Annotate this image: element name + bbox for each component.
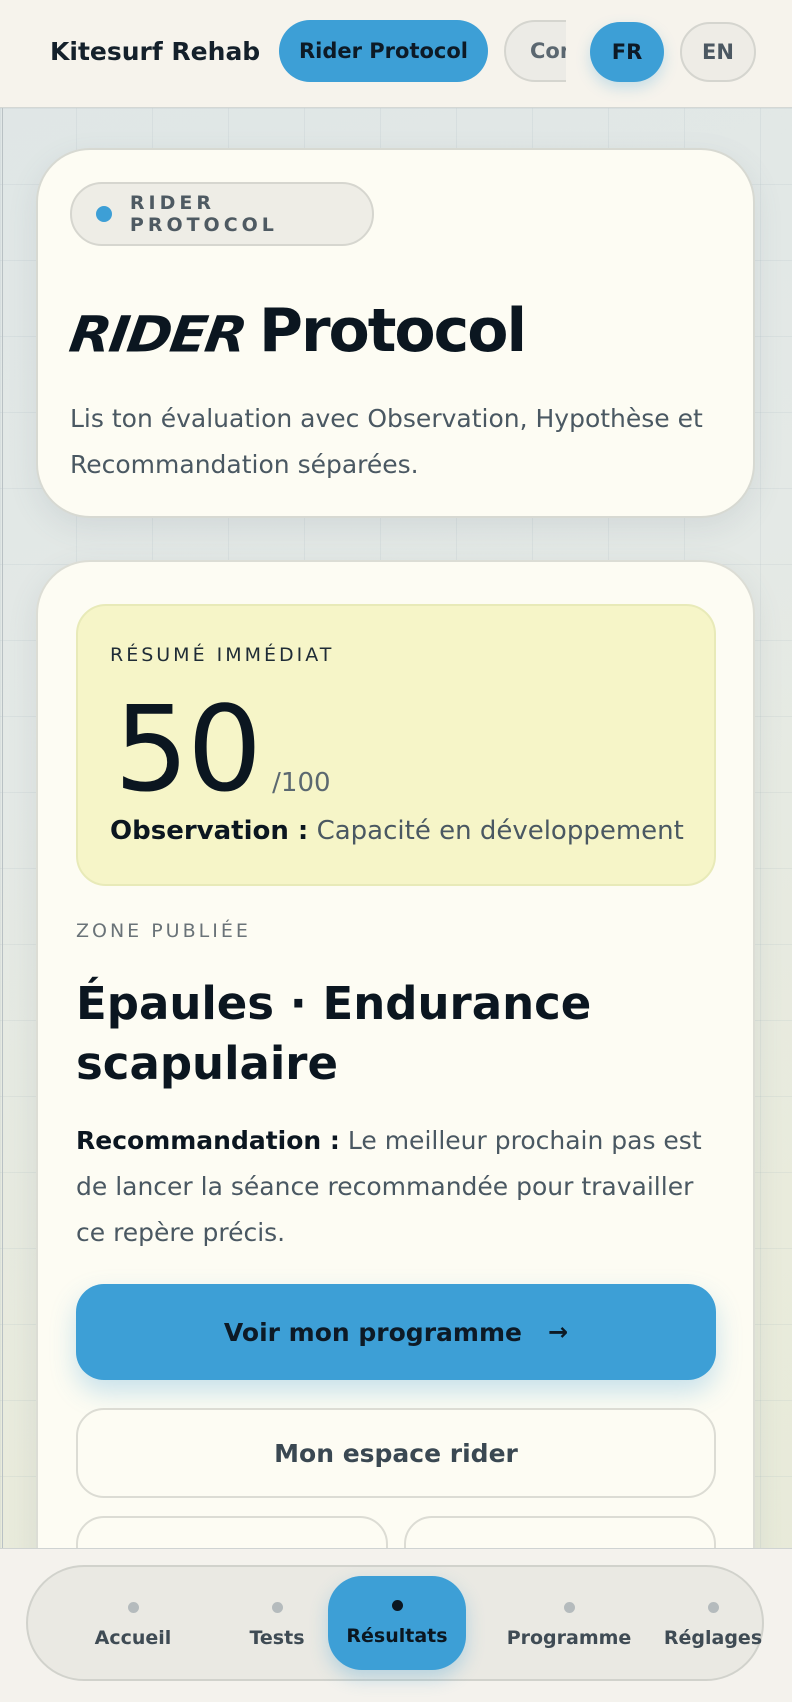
view-program-label: Voir mon programme <box>223 1317 522 1347</box>
tab-label: Accueil <box>94 1626 172 1649</box>
observation-text: Capacité en développement <box>316 816 684 846</box>
tab-resultats[interactable]: Résultats <box>328 1576 466 1670</box>
page-title-script: RIDER <box>65 305 250 364</box>
page-title-plain: Protocol <box>258 296 527 366</box>
zone-label: ZONE PUBLIÉE <box>76 920 251 942</box>
eyebrow-label: RIDER PROTOCOL <box>129 192 278 236</box>
nav-compte[interactable]: Compte <box>504 20 566 82</box>
score-value: 50 <box>114 680 262 818</box>
arrow-right-icon: → <box>547 1318 569 1346</box>
hero-card: RIDER PROTOCOL RIDER Protocol Lis ton év… <box>36 148 755 518</box>
tab-programme[interactable]: Programme <box>496 1567 642 1683</box>
language-en-button[interactable]: EN <box>680 22 756 82</box>
tab-dot-icon <box>127 1601 139 1613</box>
recommendation: Recommandation : Le meilleur prochain pa… <box>76 1118 716 1256</box>
brand-title: Kitesurf Rehab <box>50 37 261 66</box>
language-fr-button[interactable]: FR <box>590 22 664 82</box>
page-title: RIDER Protocol <box>66 286 527 366</box>
score-display: 50 /100 <box>114 690 331 808</box>
left-edge-line <box>2 0 3 1702</box>
rider-space-label: Mon espace rider <box>274 1438 518 1468</box>
tab-dot-icon <box>563 1601 575 1613</box>
results-card: RÉSUMÉ IMMÉDIAT 50 /100 Observation : Ca… <box>36 560 755 1702</box>
tab-reglages[interactable]: Réglages <box>640 1567 786 1683</box>
top-nav-scroller[interactable]: Rider Protocol Compte <box>272 18 566 86</box>
summary-panel: RÉSUMÉ IMMÉDIAT 50 /100 Observation : Ca… <box>76 604 716 886</box>
tab-accueil[interactable]: Accueil <box>60 1567 206 1683</box>
tab-dot-icon <box>271 1601 283 1613</box>
tab-label: Tests <box>249 1626 305 1649</box>
observation-label: Observation : <box>110 816 309 846</box>
score-max: /100 <box>272 768 331 798</box>
tab-label: Réglages <box>663 1626 763 1649</box>
rider-space-button[interactable]: Mon espace rider <box>76 1408 716 1498</box>
hero-description: Lis ton évaluation avec Observation, Hyp… <box>70 404 703 479</box>
summary-label: RÉSUMÉ IMMÉDIAT <box>110 644 335 666</box>
status-dot-icon <box>96 206 112 222</box>
observation-line: Observation : Capacité en développement <box>110 816 684 846</box>
zone-title: Épaules · Endurance scapulaire <box>76 977 592 1090</box>
tab-dot-icon <box>707 1601 719 1613</box>
view-program-button[interactable]: Voir mon programme → <box>76 1284 716 1380</box>
eyebrow-chip: RIDER PROTOCOL <box>70 182 374 246</box>
bottom-navigation: Accueil Tests Résultats Programme Réglag… <box>0 1548 792 1702</box>
top-bar: Kitesurf Rehab Rider Protocol Compte FR … <box>0 0 792 108</box>
tab-label: Résultats <box>346 1624 448 1647</box>
nav-rider-protocol[interactable]: Rider Protocol <box>279 20 488 82</box>
tab-dot-icon <box>391 1599 403 1611</box>
tab-label: Programme <box>506 1626 632 1649</box>
recommendation-label: Recommandation : <box>76 1126 340 1155</box>
tab-bar: Accueil Tests Résultats Programme Réglag… <box>26 1565 764 1681</box>
